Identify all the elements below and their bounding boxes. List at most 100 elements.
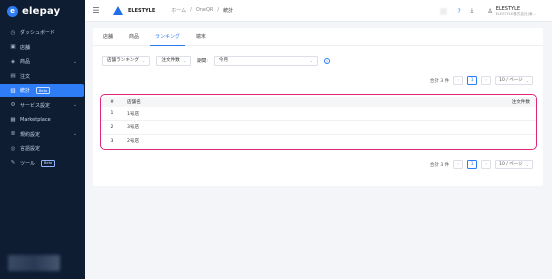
breadcrumb-separator: / xyxy=(217,7,220,13)
menu-toggle-icon[interactable]: ☰ xyxy=(85,6,107,15)
chevron-down-icon: ⌄ xyxy=(525,78,529,83)
sort-select[interactable]: 注文件数 ⌄ xyxy=(156,56,192,66)
breadcrumb-home[interactable]: ホーム xyxy=(171,7,186,14)
dashboard-icon: ◷ xyxy=(10,29,16,36)
chevron-down-icon: ⌄ xyxy=(72,131,77,137)
sidebar-item-service-settings[interactable]: ⚙ サービス設定 ⌄ xyxy=(0,99,85,112)
column-header-store-name: 店舗名 xyxy=(127,100,141,105)
beta-badge: Beta xyxy=(36,87,51,94)
prev-page-button[interactable]: ‹ xyxy=(453,160,464,169)
sidebar-nav: ◷ ダッシュボード ▣ 店舗 ◈ 商品 ⌄ ▤ 注文 ▥ 統計 Beta ⚙ サ… xyxy=(0,26,85,170)
sidebar-item-label: 店舗 xyxy=(20,44,31,51)
app-logo[interactable]: e elepay xyxy=(0,0,85,22)
table-row: 2 3号店 xyxy=(101,120,536,135)
sidebar-item-label: Marketplace xyxy=(20,116,51,123)
ranking-table: # 店舗名 注文件数 1 1号店 2 3号店 3 2号店 xyxy=(101,97,536,148)
sidebar-item-terms[interactable]: ≣ 規約設定 ⌄ xyxy=(0,128,85,141)
total-count: 合計 3 件 xyxy=(429,78,450,84)
chevron-down-icon: ⌄ xyxy=(72,102,77,108)
topbar: ☰ ELESTYLE ホーム / OneQR / 統計 ? ⤓ ♙ ELESTY… xyxy=(85,0,552,22)
tab-ranking[interactable]: ランキング xyxy=(147,28,188,46)
help-icon[interactable]: ? xyxy=(457,8,460,15)
ranking-type-select[interactable]: 店舗ランキング ⌄ xyxy=(102,56,151,66)
chart-icon: ▥ xyxy=(10,87,16,94)
user-icon: ♙ xyxy=(487,7,493,15)
terms-icon: ≣ xyxy=(10,131,16,137)
table-row: 1 1号店 xyxy=(101,107,536,121)
download-icon[interactable]: ⤓ xyxy=(471,7,474,15)
brand-logo-icon xyxy=(113,6,123,15)
brand: ELESTYLE xyxy=(113,6,155,15)
user-company: ELESTYLE株式会社(東... xyxy=(495,11,536,16)
tab-terminal[interactable]: 端末 xyxy=(188,28,214,45)
marketplace-icon: ▦ xyxy=(10,116,16,123)
period-value: 今月 xyxy=(218,58,229,63)
sidebar-item-marketplace[interactable]: ▦ Marketplace xyxy=(0,113,85,126)
blurred-element xyxy=(440,7,448,15)
language-icon: ◎ xyxy=(10,145,16,152)
page-size-value: 10 / ページ xyxy=(499,162,523,167)
brand-name: ELESTYLE xyxy=(128,7,156,14)
prev-page-button[interactable]: ‹ xyxy=(453,76,464,85)
pagination-bottom: 合計 3 件 ‹ 1 › 10 / ページ ⌄ xyxy=(430,160,533,169)
total-count: 合計 3 件 xyxy=(429,162,450,168)
sidebar-item-label: ダッシュボード xyxy=(20,30,56,36)
ranking-type-value: 店舗ランキング xyxy=(107,58,140,63)
breadcrumb-separator: / xyxy=(190,7,192,13)
period-label: 期間: xyxy=(197,59,208,64)
beta-badge: Beta xyxy=(41,159,56,167)
sidebar-item-product[interactable]: ◈ 商品 ⌄ xyxy=(0,55,85,68)
page-number-button[interactable]: 1 xyxy=(467,160,478,169)
table-row: 3 2号店 xyxy=(101,134,536,148)
product-icon: ◈ xyxy=(10,58,16,65)
period-help-icon[interactable]: ? xyxy=(323,58,330,64)
sidebar-item-language[interactable]: ◎ 言語設定 xyxy=(0,142,85,155)
page-size-value: 10 / ページ xyxy=(499,78,523,83)
order-icon: ▤ xyxy=(10,73,16,79)
next-page-button[interactable]: › xyxy=(481,160,492,169)
pagination-top: 合計 3 件 ‹ 1 › 10 / ページ ⌄ xyxy=(430,76,533,85)
chevron-down-icon: ⌄ xyxy=(182,58,187,63)
sort-value: 注文件数 xyxy=(161,58,180,63)
order-count-cell xyxy=(302,107,536,121)
sidebar-item-label: 言語設定 xyxy=(20,146,41,152)
tab-store[interactable]: 店舗 xyxy=(95,28,121,45)
ranking-table-highlight: # 店舗名 注文件数 1 1号店 2 3号店 3 2号店 xyxy=(100,94,537,150)
tab-product[interactable]: 商品 xyxy=(121,28,147,45)
rank-cell: 1 xyxy=(101,107,123,121)
page-number-button[interactable]: 1 xyxy=(467,76,478,85)
sidebar-item-statistics[interactable]: ▥ 統計 Beta xyxy=(0,84,84,97)
sidebar-item-label: 規約設定 xyxy=(20,131,41,138)
next-page-button[interactable]: › xyxy=(481,76,492,85)
chevron-down-icon: ⌄ xyxy=(525,162,529,167)
column-header-rank: # xyxy=(110,99,114,105)
topbar-actions: ? ⤓ ♙ ELESTYLE ELESTYLE株式会社(東... xyxy=(440,0,536,22)
period-select[interactable]: 今月 ⌄ xyxy=(213,56,318,66)
store-name-cell: 3号店 xyxy=(123,120,303,135)
blurred-account-area xyxy=(8,255,60,271)
breadcrumb-oneqr[interactable]: OneQR xyxy=(196,7,214,14)
order-count-cell xyxy=(302,134,536,148)
page-size-select[interactable]: 10 / ページ ⌄ xyxy=(495,160,533,169)
statistics-tabs: 店舗 商品 ランキング 端末 xyxy=(93,28,543,46)
column-header-order-count[interactable]: 注文件数 xyxy=(302,97,536,107)
chevron-down-icon: ⌄ xyxy=(309,58,313,63)
store-icon: ▣ xyxy=(10,44,16,50)
sidebar-item-store[interactable]: ▣ 店舗 xyxy=(0,41,85,54)
user-menu[interactable]: ♙ ELESTYLE ELESTYLE株式会社(東... xyxy=(487,6,536,17)
logo-text: elepay xyxy=(22,5,61,17)
sidebar-item-tool[interactable]: ✎ ツール Beta xyxy=(0,157,85,170)
breadcrumb-current: 統計 xyxy=(223,8,234,14)
settings-icon: ⚙ xyxy=(10,102,16,108)
rank-cell: 3 xyxy=(110,138,114,144)
sidebar-item-dashboard[interactable]: ◷ ダッシュボード xyxy=(0,26,85,39)
sidebar: e elepay ◷ ダッシュボード ▣ 店舗 ◈ 商品 ⌄ ▤ 注文 ▥ 統計… xyxy=(0,0,85,279)
sidebar-item-order[interactable]: ▤ 注文 xyxy=(0,70,85,83)
store-name-cell: 2号店 xyxy=(127,139,140,144)
page-size-select[interactable]: 10 / ページ ⌄ xyxy=(495,76,533,85)
chevron-down-icon: ⌄ xyxy=(142,58,146,63)
order-count-cell xyxy=(302,120,536,135)
sidebar-item-label: 統計 xyxy=(20,88,31,94)
sidebar-item-label: サービス設定 xyxy=(20,102,51,109)
chevron-down-icon: ⌄ xyxy=(72,58,77,65)
